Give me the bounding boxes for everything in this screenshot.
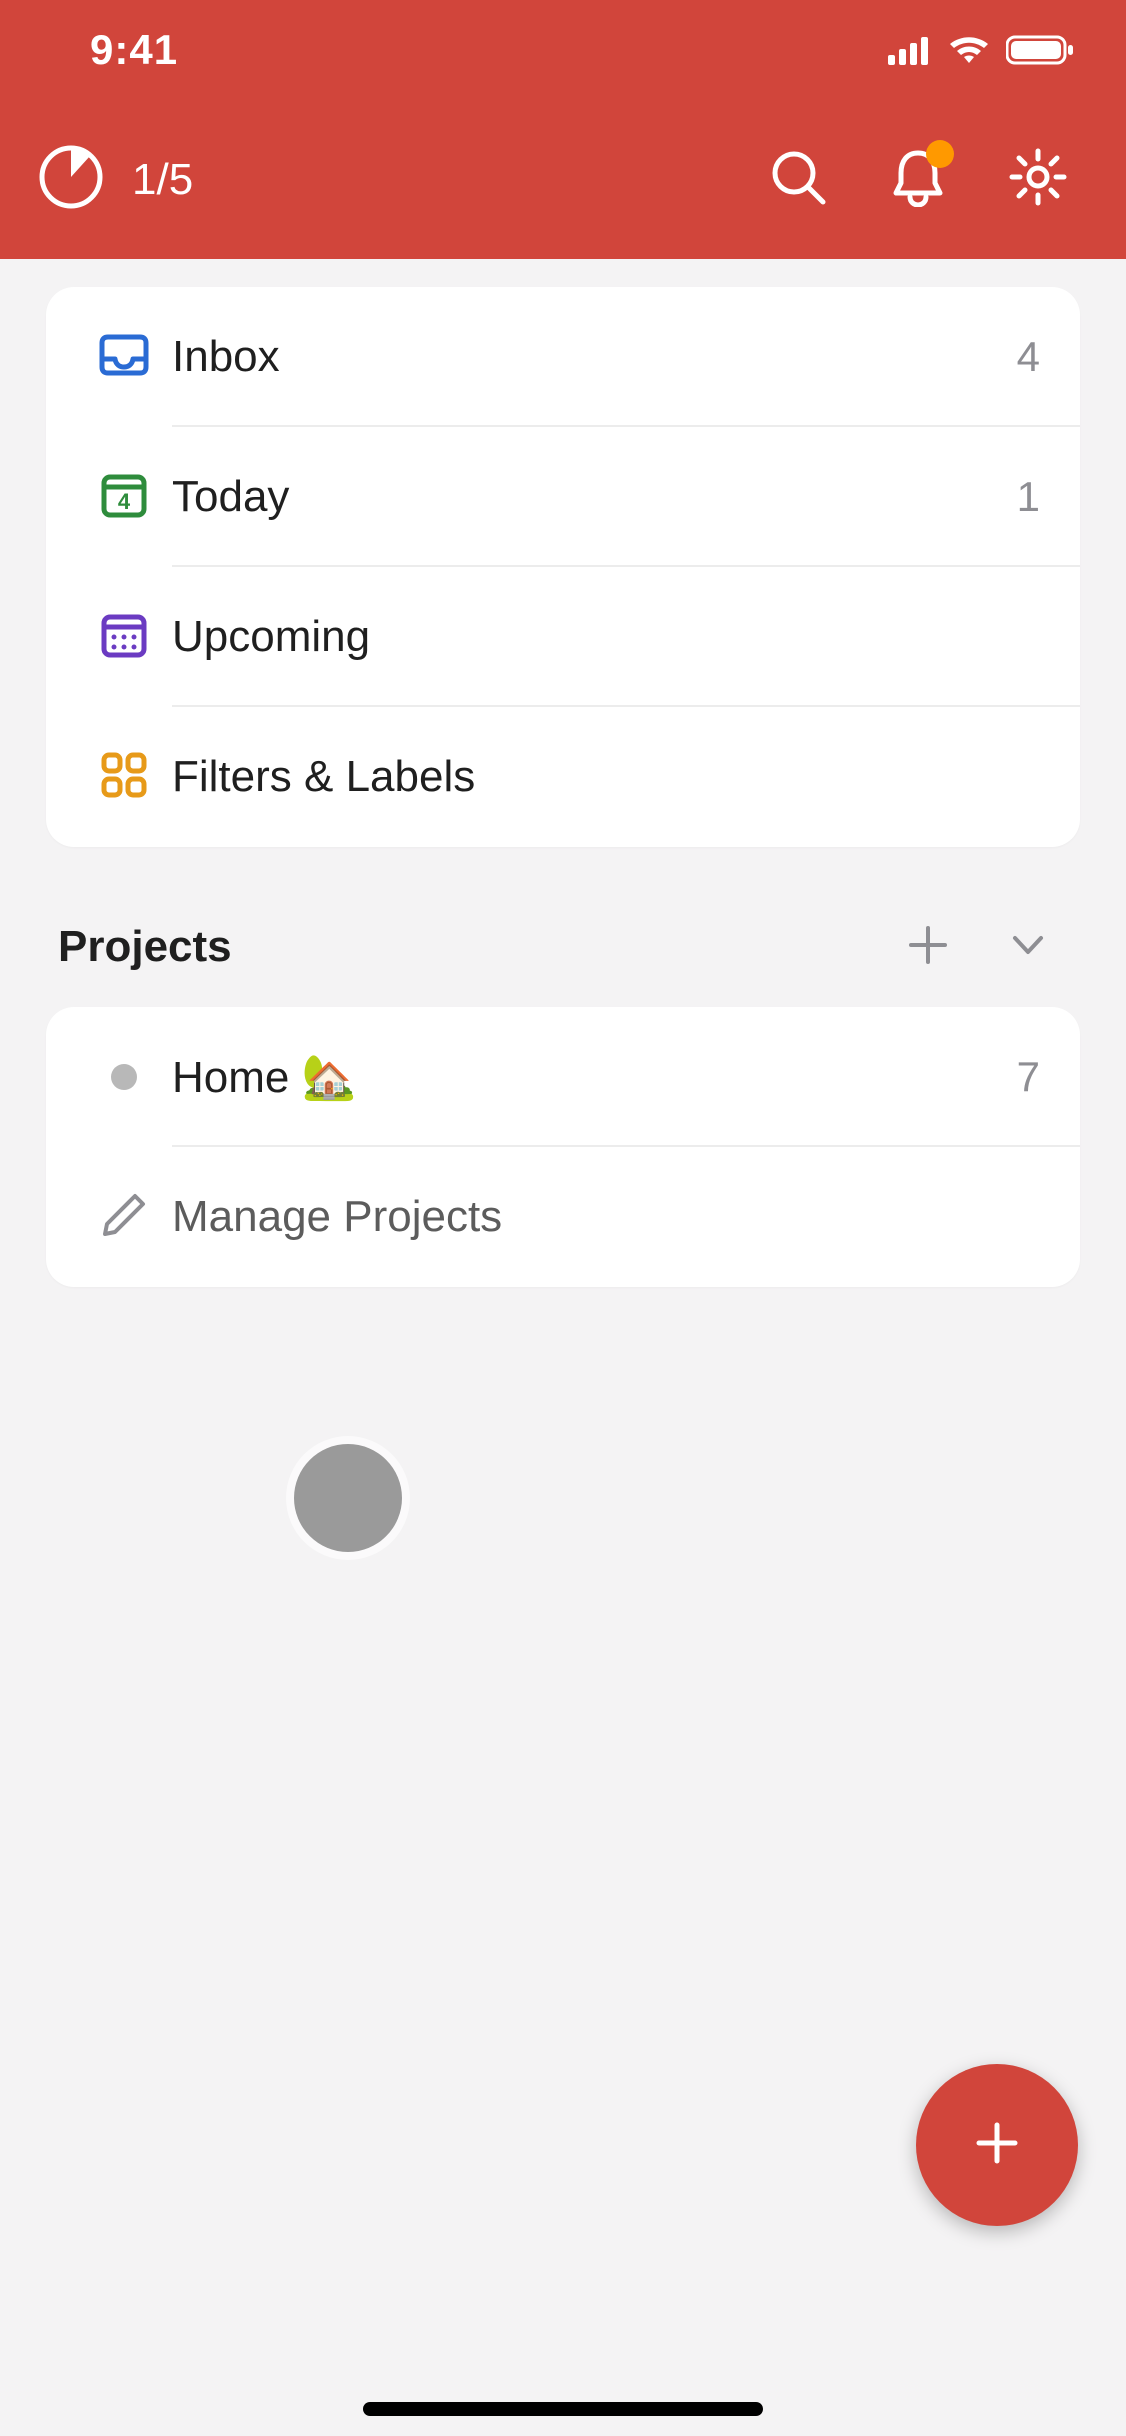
search-button[interactable]: [748, 130, 848, 230]
progress-circle-icon: [38, 144, 104, 215]
notifications-button[interactable]: [868, 130, 968, 230]
nav-item-filters[interactable]: Filters & Labels: [46, 707, 1080, 847]
grid-icon: [98, 749, 150, 806]
app-header: 9:41: [0, 0, 1126, 259]
project-color-dot: [111, 1064, 137, 1090]
plus-icon: [967, 2113, 1027, 2178]
toolbar: 1/5: [0, 100, 1126, 259]
battery-icon: [1006, 34, 1076, 66]
wifi-icon: [948, 35, 990, 65]
calendar-upcoming-icon: [98, 609, 150, 666]
nav-label: Upcoming: [172, 612, 1040, 662]
cellular-icon: [888, 35, 932, 65]
calendar-today-icon: 4: [98, 469, 150, 526]
nav-label: Filters & Labels: [172, 752, 1040, 802]
touch-indicator: [294, 1444, 402, 1552]
gear-icon: [1009, 148, 1067, 211]
search-icon: [769, 148, 827, 211]
nav-count: 1: [1017, 473, 1040, 521]
chevron-down-icon: [1005, 922, 1051, 973]
manage-projects-button[interactable]: Manage Projects: [46, 1147, 1080, 1287]
manage-projects-label: Manage Projects: [172, 1192, 1040, 1242]
settings-button[interactable]: [988, 130, 1088, 230]
notification-badge: [926, 140, 954, 168]
status-time: 9:41: [90, 26, 178, 74]
nav-item-inbox[interactable]: Inbox 4: [46, 287, 1080, 427]
plus-icon: [905, 922, 951, 973]
projects-section-header: Projects: [58, 907, 1068, 987]
collapse-projects-button[interactable]: [988, 907, 1068, 987]
main-nav-card: Inbox 4 4 Today 1: [46, 287, 1080, 847]
svg-text:4: 4: [118, 489, 131, 514]
nav-item-upcoming[interactable]: Upcoming: [46, 567, 1080, 707]
projects-card: Home 🏡 7 Manage Projects: [46, 1007, 1080, 1287]
productivity-button[interactable]: 1/5: [38, 144, 193, 215]
projects-title: Projects: [58, 922, 888, 972]
home-indicator: [363, 2402, 763, 2416]
inbox-icon: [98, 329, 150, 386]
status-icons: [888, 34, 1076, 66]
nav-count: 4: [1017, 333, 1040, 381]
status-bar: 9:41: [0, 0, 1126, 100]
nav-item-today[interactable]: 4 Today 1: [46, 427, 1080, 567]
project-item-home[interactable]: Home 🏡 7: [46, 1007, 1080, 1147]
nav-label: Today: [172, 472, 1017, 522]
nav-label: Inbox: [172, 332, 1017, 382]
pencil-icon: [99, 1190, 149, 1245]
add-project-button[interactable]: [888, 907, 968, 987]
progress-label: 1/5: [132, 155, 193, 205]
project-count: 7: [1017, 1053, 1040, 1101]
add-task-fab[interactable]: [916, 2064, 1078, 2226]
project-label: Home 🏡: [172, 1051, 1017, 1103]
